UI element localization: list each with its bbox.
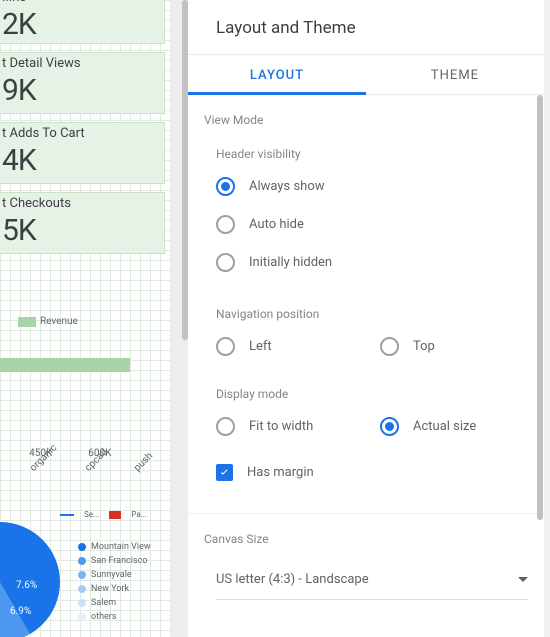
radio-icon: [216, 417, 235, 436]
radio-icon: [216, 215, 235, 234]
metric-value: 4K: [2, 143, 170, 178]
radio-label: Fit to width: [249, 419, 313, 434]
radio-actual-size[interactable]: Actual size: [380, 407, 544, 445]
legend-label: others: [91, 612, 117, 622]
metric-label: ...ns: [2, 0, 170, 5]
radio-icon: [380, 337, 399, 356]
metric-label: t Adds To Cart: [2, 126, 170, 141]
select-value: US letter (4:3) - Landscape: [216, 572, 369, 587]
legend-label: Se...: [84, 510, 99, 519]
x-axis-labels: organic cpcad push: [28, 466, 154, 477]
section-view-mode: View Mode: [188, 95, 544, 135]
legend-label: Salem: [91, 598, 116, 608]
radio-label: Initially hidden: [249, 255, 332, 270]
legend-label: Sunnyvale: [91, 570, 132, 580]
radio-nav-top[interactable]: Top: [380, 327, 544, 365]
bar-chart-bar: [0, 358, 130, 372]
legend-label: Revenue: [40, 316, 78, 327]
subhead-navigation-position: Navigation position: [188, 285, 544, 323]
radio-label: Top: [413, 339, 435, 354]
radio-always-show[interactable]: Always show: [216, 167, 544, 205]
metric-value: 2K: [2, 7, 170, 42]
radio-label: Actual size: [413, 419, 476, 434]
legend-dot-icon: [78, 585, 86, 593]
legend-label: San Francisco: [91, 556, 147, 566]
pie-slice-label: 7.6%: [16, 580, 37, 591]
legend-dot-icon: [78, 571, 86, 579]
scrollbar[interactable]: [536, 95, 544, 520]
panel-title: Layout and Theme: [188, 0, 544, 54]
radio-auto-hide[interactable]: Auto hide: [216, 205, 544, 243]
radio-icon: [216, 337, 235, 356]
legend-dot-icon: [78, 599, 86, 607]
pie-slice-label: 6.9%: [10, 606, 31, 617]
radio-label: Left: [249, 339, 272, 354]
gutter: [170, 0, 188, 637]
legend-dot-icon: [78, 557, 86, 565]
metric-value: 9K: [2, 73, 170, 108]
radio-fit-to-width[interactable]: Fit to width: [216, 407, 380, 445]
legend-label: New York: [91, 584, 129, 594]
subhead-header-visibility: Header visibility: [188, 135, 544, 163]
chevron-down-icon: [518, 577, 528, 582]
radio-label: Auto hide: [249, 217, 304, 232]
radio-icon: [216, 253, 235, 272]
checkbox-icon: [216, 464, 233, 481]
canvas-preview: ...ns 2K t Detail Views 9K t Adds To Car…: [0, 0, 170, 637]
pie-legend: Mountain View San Francisco Sunnyvale Ne…: [78, 540, 151, 624]
tab-bar: LAYOUT THEME: [188, 54, 544, 95]
legend-swatch: [109, 511, 121, 519]
metric-label: t Checkouts: [2, 196, 170, 211]
tab-theme[interactable]: THEME: [366, 55, 544, 94]
radio-icon: [380, 417, 399, 436]
radio-icon: [216, 177, 235, 196]
legend-dot-icon: [78, 543, 86, 551]
tab-layout[interactable]: LAYOUT: [188, 55, 366, 94]
checkbox-label: Has margin: [247, 465, 314, 480]
gutter: [544, 0, 550, 637]
metric-label: t Detail Views: [2, 56, 170, 71]
panel-body: View Mode Header visibility Always show …: [188, 95, 544, 637]
canvas-size-select[interactable]: US letter (4:3) - Landscape: [216, 560, 528, 600]
radio-initially-hidden[interactable]: Initially hidden: [216, 243, 544, 281]
radio-label: Always show: [249, 179, 325, 194]
chart-legend-revenue: Revenue: [18, 316, 78, 327]
subhead-display-mode: Display mode: [188, 369, 544, 403]
legend-swatch: [18, 317, 36, 327]
legend-label: Mountain View: [91, 542, 151, 552]
legend-label: Pa...: [131, 510, 147, 519]
checkbox-has-margin[interactable]: Has margin: [216, 453, 544, 491]
section-canvas-size: Canvas Size: [188, 514, 544, 554]
radio-nav-left[interactable]: Left: [216, 327, 380, 365]
series-legend: Se... Pa...: [60, 510, 147, 519]
scrollbar-thumb[interactable]: [537, 95, 543, 520]
layout-theme-panel: Layout and Theme LAYOUT THEME View Mode …: [188, 0, 544, 637]
legend-dot-icon: [78, 613, 86, 621]
legend-line-icon: [60, 514, 74, 516]
metric-value: 5K: [2, 213, 170, 248]
